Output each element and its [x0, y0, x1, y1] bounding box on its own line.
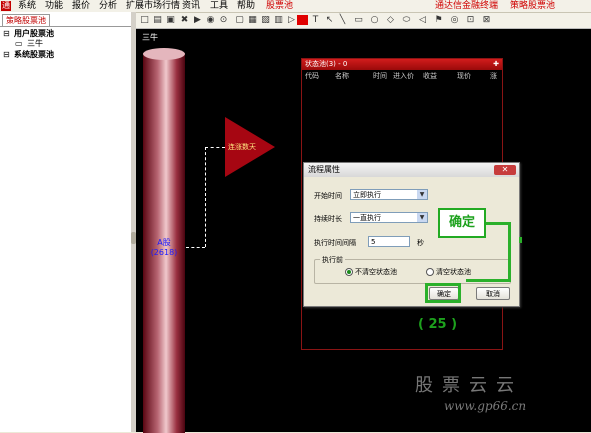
- menu-stock-pool[interactable]: 股票池: [266, 0, 293, 12]
- grid-icon[interactable]: ▦: [247, 15, 258, 26]
- pin-icon[interactable]: ✚: [493, 59, 499, 70]
- col-entry-price[interactable]: 进入价: [393, 71, 414, 81]
- radio-clear-pool[interactable]: [426, 268, 434, 276]
- canvas-caption: 三牛: [142, 33, 158, 42]
- connector-line: [205, 147, 206, 247]
- callout-line: [482, 222, 510, 225]
- watermark-title: 股票云云: [415, 375, 523, 396]
- line-icon[interactable]: ╲: [337, 15, 348, 26]
- pillar-label-count: (2618): [150, 248, 178, 257]
- tree-item-system-pool[interactable]: 系统股票池: [14, 50, 54, 60]
- menu-news[interactable]: 资讯: [182, 0, 200, 12]
- start-time-select[interactable]: 立即执行 ▼: [350, 189, 428, 200]
- connector-line: [205, 147, 225, 148]
- new-icon[interactable]: □: [139, 15, 150, 26]
- node-icon[interactable]: ⊡: [465, 15, 476, 26]
- chevron-down-icon[interactable]: ▼: [417, 190, 427, 199]
- menu-strategy-pool[interactable]: 策略股票池: [510, 0, 555, 12]
- arrow-left-icon[interactable]: ◁: [417, 15, 428, 26]
- start-time-label: 开始时间: [314, 192, 342, 200]
- duration-label: 持续时长: [314, 215, 342, 223]
- run-icon[interactable]: ▶: [192, 15, 203, 26]
- connector-line: [186, 247, 205, 248]
- left-panel: 策略股票池 ⊟ 用户股票池 ▭ 三牛 ⊟ 系统股票池: [0, 12, 132, 432]
- callout-marker: [519, 237, 522, 243]
- menu-system[interactable]: 系统: [18, 0, 36, 12]
- save-icon[interactable]: ▣: [165, 15, 176, 26]
- start-time-value: 立即执行: [353, 191, 381, 199]
- duration-select[interactable]: 一直执行 ▼: [350, 212, 428, 223]
- radio-clear-label[interactable]: 清空状态池: [436, 267, 471, 277]
- col-return[interactable]: 收益: [423, 71, 437, 81]
- pillar-label: A股 (2618): [143, 238, 185, 258]
- record-icon[interactable]: ⊙: [218, 15, 229, 26]
- open-icon[interactable]: ▤: [152, 15, 163, 26]
- status-pool-header: 代码 名称 时间 进入价 收益 现价 涨: [302, 71, 502, 80]
- flow-properties-dialog[interactable]: 流程属性 ✕ 开始时间 立即执行 ▼ 持续时长 一直执行 ▼ 执行时间间隔 5 …: [303, 162, 520, 307]
- toolbar: □ ▤ ▣ ✖ ▶ ◉ ⊙ ▢ ▦ ▧ ▥ ▷ T ↖ ╲ ▭ ○ ◇ ⬭ ◁ …: [136, 13, 591, 29]
- interval-label: 执行时间间隔: [314, 239, 356, 247]
- col-code[interactable]: 代码: [305, 71, 319, 81]
- menu-terminal-name: 通达信金融终端: [435, 1, 499, 11]
- ok-callout: 确定: [438, 208, 486, 238]
- app-logo-icon: 通: [1, 1, 11, 11]
- tree-expand-icon[interactable]: ⊟: [3, 29, 10, 39]
- stop-icon[interactable]: [297, 15, 308, 25]
- chevron-down-icon[interactable]: ▼: [417, 213, 427, 222]
- tab-divider: [0, 26, 131, 27]
- menu-ext-market[interactable]: 扩展市场行情: [126, 0, 180, 12]
- layout-icon[interactable]: ▢: [234, 15, 245, 26]
- pillar-top: [143, 48, 185, 60]
- interval-unit: 秒: [417, 239, 424, 247]
- interval-input[interactable]: 5: [368, 236, 410, 247]
- radio-keep-label[interactable]: 不清空状态池: [355, 267, 397, 277]
- cancel-button[interactable]: 取消: [476, 287, 510, 300]
- link-icon[interactable]: ⊠: [481, 15, 492, 26]
- callout-line: [508, 222, 511, 282]
- rect-icon[interactable]: ▭: [353, 15, 364, 26]
- delete-icon[interactable]: ✖: [179, 15, 190, 26]
- tree-item-user-pool[interactable]: 用户股票池: [14, 29, 54, 39]
- tree-item-sanniu[interactable]: 三牛: [27, 39, 43, 49]
- diamond-icon[interactable]: ◇: [385, 15, 396, 26]
- shape-icon[interactable]: ⬭: [401, 15, 412, 26]
- dialog-title: 流程属性: [308, 165, 340, 174]
- before-exec-title: 执行前: [320, 255, 345, 265]
- col-price[interactable]: 现价: [457, 71, 471, 81]
- close-button[interactable]: ✕: [494, 165, 516, 175]
- pause-icon[interactable]: ◉: [205, 15, 216, 26]
- flag-icon[interactable]: ⚑: [433, 15, 444, 26]
- menu-tools[interactable]: 工具: [210, 0, 228, 12]
- callout-line: [466, 279, 510, 282]
- menu-function[interactable]: 功能: [45, 0, 63, 12]
- ok-button-highlight: [425, 283, 461, 303]
- col-name[interactable]: 名称: [335, 71, 349, 81]
- box-icon[interactable]: ▧: [260, 15, 271, 26]
- pillar-label-name: A股: [157, 238, 171, 247]
- menu-quote[interactable]: 报价: [72, 0, 90, 12]
- menu-analysis[interactable]: 分析: [99, 0, 117, 12]
- dialog-titlebar[interactable]: 流程属性 ✕: [304, 163, 519, 177]
- text-icon[interactable]: T: [310, 15, 321, 26]
- duration-value: 一直执行: [353, 214, 381, 222]
- col-time[interactable]: 时间: [373, 71, 387, 81]
- step-number: ( 25 ): [418, 317, 458, 332]
- folder-icon: ▭: [15, 39, 23, 48]
- watermark-url: www.gp66.cn: [444, 399, 527, 413]
- status-pool-titlebar[interactable]: 状态池(3) - 0 ✚: [302, 59, 502, 70]
- radio-keep-pool[interactable]: [345, 268, 353, 276]
- status-pool-title: 状态池(3) - 0: [305, 60, 348, 68]
- target-icon[interactable]: ◎: [449, 15, 460, 26]
- menu-help[interactable]: 帮助: [237, 0, 255, 12]
- col-change[interactable]: 涨: [490, 71, 497, 81]
- align-icon[interactable]: ▥: [273, 15, 284, 26]
- play-icon[interactable]: ▷: [286, 15, 297, 26]
- tree-expand-icon[interactable]: ⊟: [3, 50, 10, 60]
- cursor-icon[interactable]: ↖: [324, 15, 335, 26]
- ellipse-icon[interactable]: ○: [369, 15, 380, 26]
- condition-node-label: 连涨数天: [228, 143, 256, 151]
